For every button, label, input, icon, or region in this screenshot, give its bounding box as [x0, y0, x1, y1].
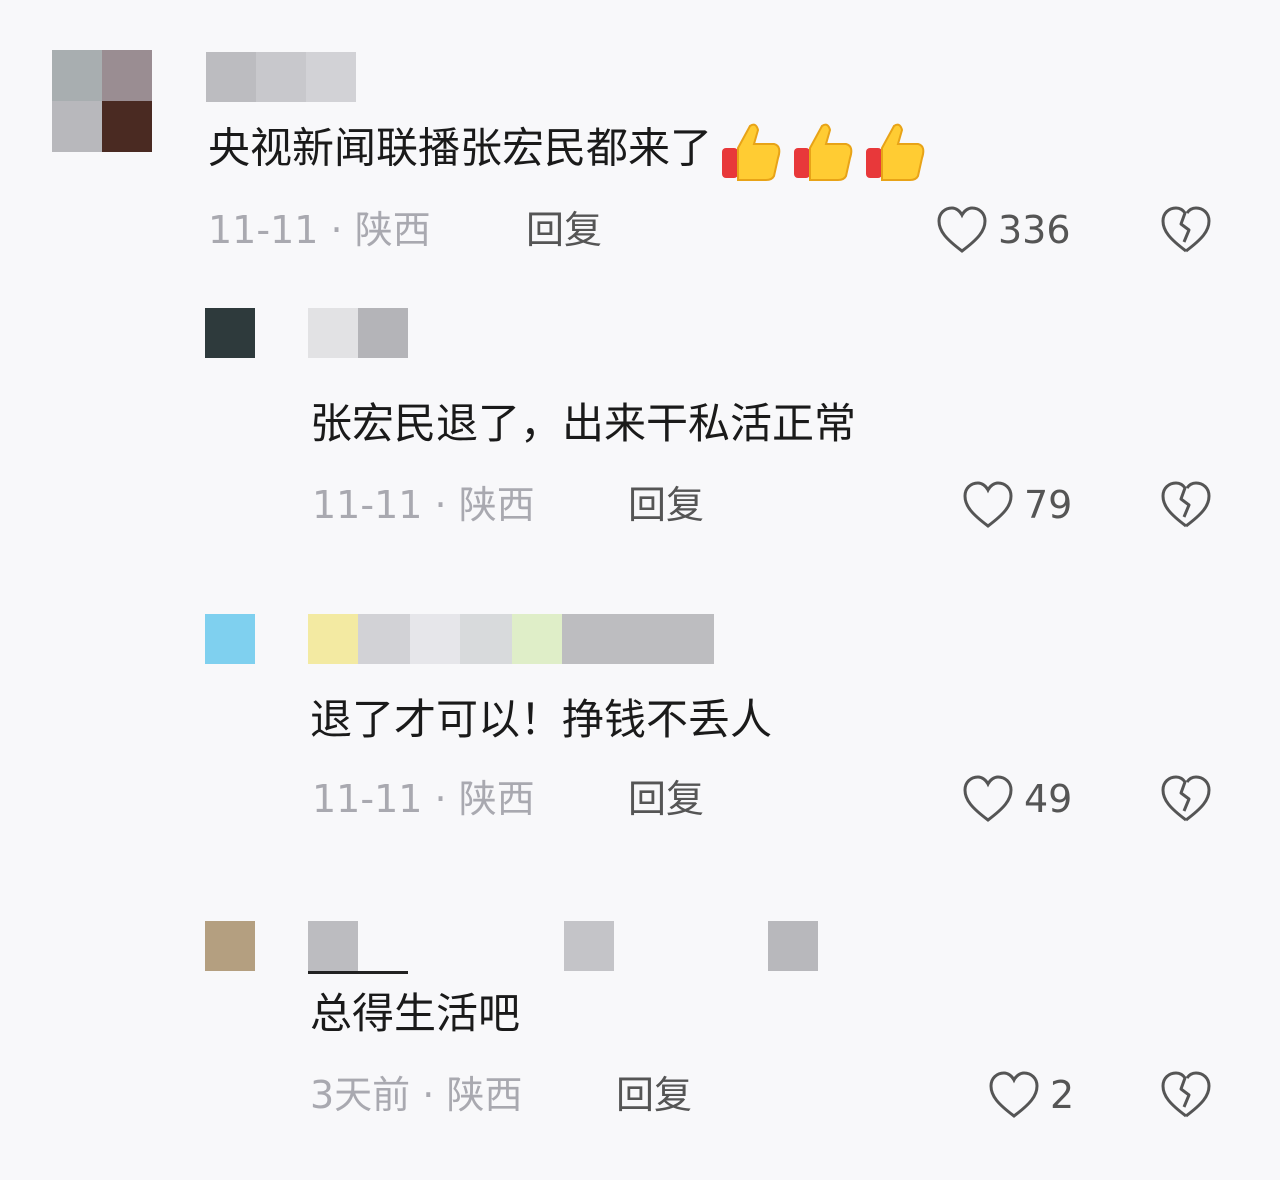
broken-heart-icon[interactable] — [1160, 773, 1212, 825]
thumbs-up-icon — [718, 118, 928, 184]
like-count: 79 — [1024, 483, 1073, 527]
heart-icon — [963, 481, 1013, 528]
like-count: 49 — [1024, 777, 1073, 821]
comment-date: 11-11 — [312, 777, 423, 821]
meta-separator: · — [434, 483, 447, 527]
comment-date: 11-11 — [208, 208, 319, 252]
comment-location: 陕西 — [458, 777, 535, 821]
comment-location: 陕西 — [446, 1073, 523, 1117]
username-redacted[interactable] — [308, 308, 408, 358]
username-redacted[interactable] — [308, 614, 714, 664]
username-redacted[interactable] — [308, 921, 818, 974]
comment-text: 张宏民退了，出来干私活正常 — [310, 399, 857, 448]
comment-location: 陕西 — [354, 208, 431, 252]
broken-heart-icon[interactable] — [1160, 1069, 1212, 1121]
comment-location: 陕西 — [458, 483, 535, 527]
username-redacted[interactable] — [206, 52, 356, 102]
avatar[interactable] — [205, 308, 255, 358]
comment-text: 退了才可以！挣钱不丢人 — [310, 695, 773, 744]
like-button[interactable]: 2 — [988, 1070, 1074, 1120]
reply-button[interactable]: 回复 — [526, 207, 602, 253]
broken-heart-icon[interactable] — [1160, 479, 1212, 531]
like-count: 336 — [998, 208, 1071, 252]
like-button[interactable]: 336 — [936, 205, 1071, 255]
avatar[interactable] — [205, 614, 255, 664]
comment-date: 3天前 — [310, 1073, 411, 1117]
meta-separator: · — [434, 777, 447, 821]
heart-icon — [937, 206, 987, 253]
like-button[interactable]: 49 — [962, 774, 1072, 824]
reply-button[interactable]: 回复 — [628, 482, 704, 528]
meta-separator: · — [330, 208, 343, 252]
meta-separator: · — [422, 1073, 435, 1117]
like-button[interactable]: 79 — [962, 480, 1072, 530]
comment-meta: 11-11 · 陕西 — [312, 482, 535, 528]
comment-date: 11-11 — [312, 483, 423, 527]
comment-meta: 11-11 · 陕西 — [208, 207, 431, 253]
heart-icon — [963, 775, 1013, 822]
broken-heart-icon[interactable] — [1160, 204, 1212, 256]
reply-button[interactable]: 回复 — [628, 776, 704, 822]
comment-text: 总得生活吧 — [310, 989, 521, 1038]
comment-meta: 3天前 · 陕西 — [310, 1072, 522, 1118]
like-count: 2 — [1050, 1073, 1075, 1117]
comment-meta: 11-11 · 陕西 — [312, 776, 535, 822]
heart-icon — [989, 1071, 1039, 1118]
comment-text: 央视新闻联播张宏民都来了 — [208, 118, 928, 184]
avatar[interactable] — [205, 921, 255, 971]
avatar[interactable] — [52, 50, 152, 152]
reply-button[interactable]: 回复 — [616, 1072, 692, 1118]
